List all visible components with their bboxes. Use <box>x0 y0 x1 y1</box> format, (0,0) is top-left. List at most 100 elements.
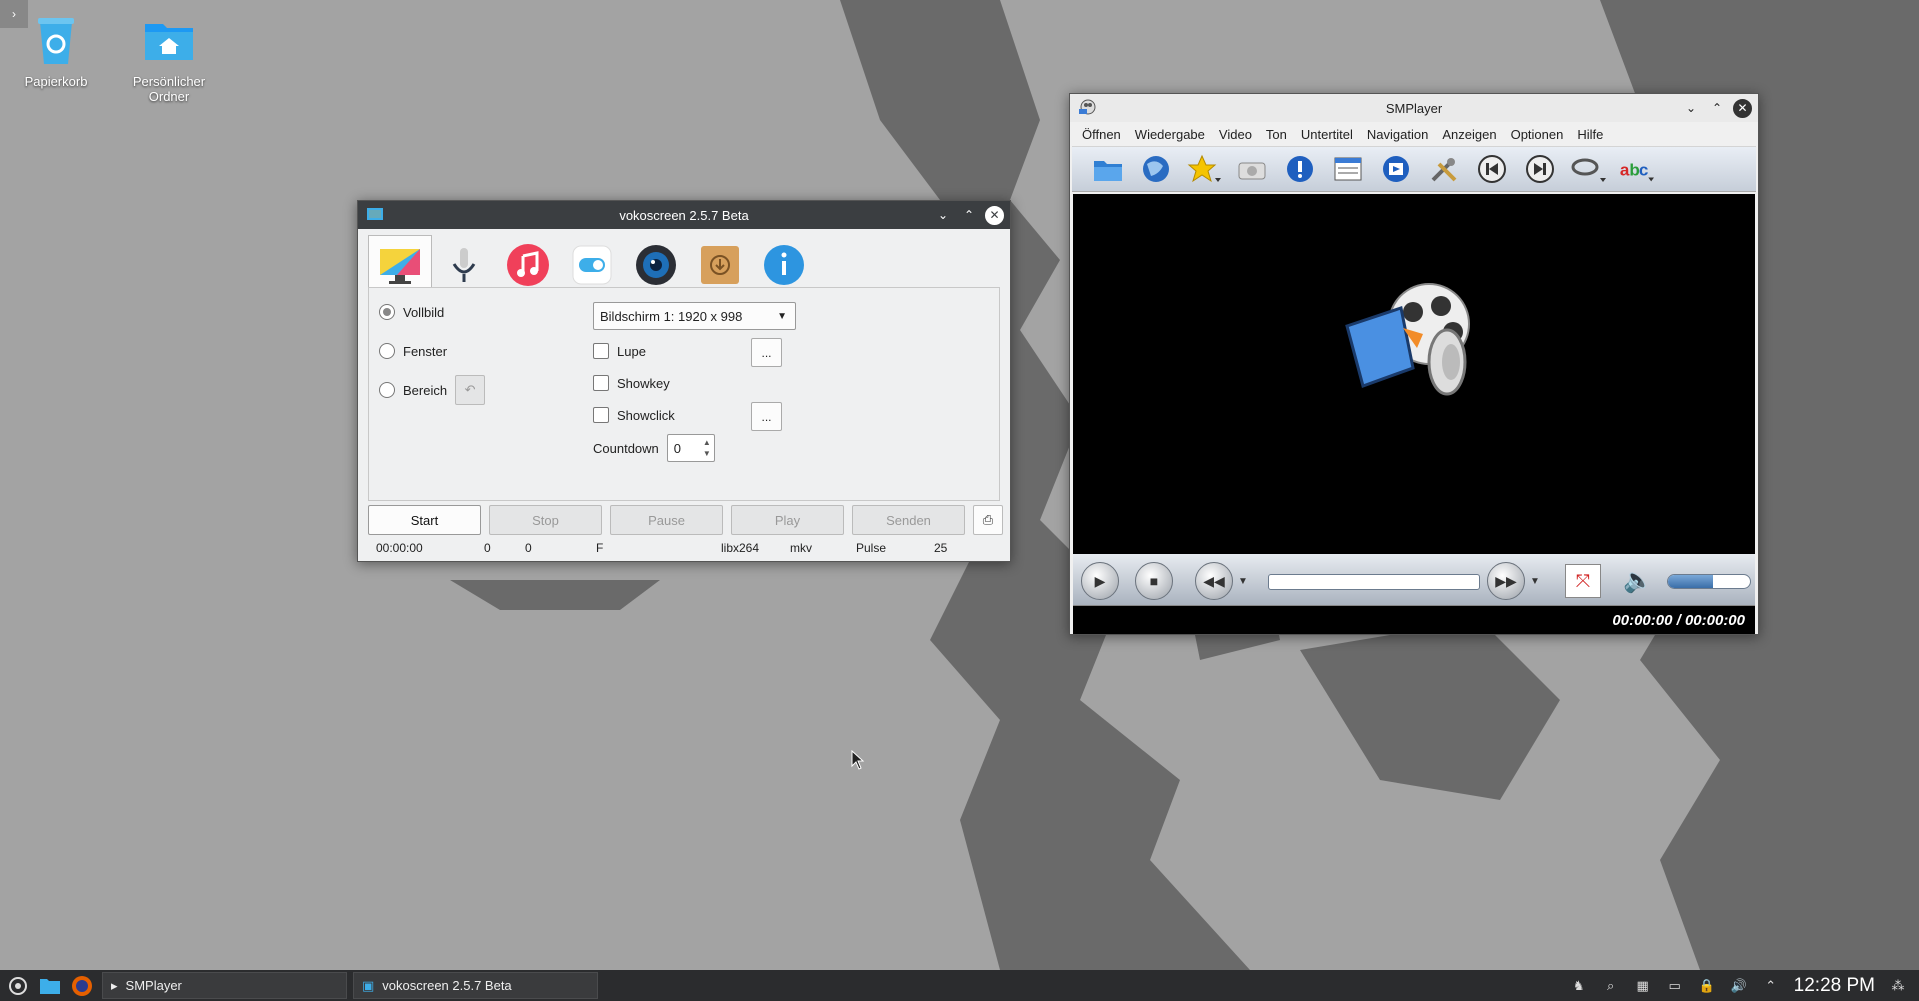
play-button[interactable]: ▶ <box>1081 562 1119 600</box>
smplayer-task-icon: ▸ <box>111 977 118 993</box>
display-icon[interactable]: ▭ <box>1666 977 1684 995</box>
forward-button[interactable]: ▶▶ <box>1487 562 1525 600</box>
tray-app-icon[interactable]: ♞ <box>1570 977 1588 995</box>
start-button[interactable]: Start <box>368 505 481 535</box>
rewind-button[interactable]: ◀◀ <box>1195 562 1233 600</box>
tab-info[interactable] <box>752 235 816 295</box>
showclick-options-button[interactable]: ... <box>751 402 782 431</box>
menu-ton[interactable]: Ton <box>1266 127 1287 142</box>
chevron-up-icon[interactable]: ⌃ <box>1762 977 1780 995</box>
previous-icon[interactable] <box>1474 151 1510 187</box>
video-area[interactable] <box>1073 194 1755 554</box>
radio-button[interactable] <box>379 343 395 359</box>
minimize-button[interactable]: ⌄ <box>933 205 953 225</box>
vokoscreen-titlebar[interactable]: vokoscreen 2.5.7 Beta ⌄ ⌃ ✕ <box>358 201 1010 229</box>
lupe-options-button[interactable]: ... <box>751 338 782 367</box>
tab-audio[interactable] <box>432 235 496 295</box>
mute-speaker-icon[interactable]: 🔈 <box>1623 566 1653 595</box>
playback-controls: ▶ ■ ◀◀ ▼ ▶▶ ▼ ⤧ 🔈 <box>1073 554 1755 606</box>
status-audio: Pulse <box>856 541 887 555</box>
log-button[interactable]: ⎙ <box>973 505 1003 535</box>
maximize-button[interactable]: ⌃ <box>1707 98 1727 118</box>
clipboard-icon[interactable]: ▦ <box>1634 977 1652 995</box>
window-title: SMPlayer <box>1385 100 1443 116</box>
play-button[interactable]: Play <box>731 505 844 535</box>
forward-menu-icon[interactable]: ▼ <box>1530 576 1540 587</box>
rewind-menu-icon[interactable]: ▼ <box>1238 576 1248 587</box>
task-vokoscreen[interactable]: ▣ vokoscreen 2.5.7 Beta <box>353 972 598 999</box>
check-showkey[interactable]: Showkey <box>593 375 670 391</box>
clock[interactable]: 12:28 PM <box>1794 975 1875 997</box>
radio-vollbild[interactable]: Vollbild <box>379 304 444 320</box>
smplayer-app-icon <box>1078 99 1096 117</box>
task-smplayer[interactable]: ▸ SMPlayer <box>102 972 347 999</box>
preferences-tools-icon[interactable] <box>1426 151 1462 187</box>
tab-codec[interactable] <box>496 235 560 295</box>
volume-slider[interactable] <box>1667 574 1751 589</box>
alert-icon[interactable] <box>1282 151 1318 187</box>
vokoscreen-window: vokoscreen 2.5.7 Beta ⌄ ⌃ ✕ Vollbild Fen… <box>357 200 1011 562</box>
favorites-star-icon[interactable] <box>1186 151 1222 187</box>
search-icon[interactable]: ⌕ <box>1602 977 1620 995</box>
playlist-icon[interactable] <box>1330 151 1366 187</box>
check-showclick[interactable]: Showclick <box>593 407 675 423</box>
undo-icon: ↶ <box>464 382 476 397</box>
menu-video[interactable]: Video <box>1219 127 1252 142</box>
radio-button[interactable] <box>379 304 395 320</box>
screen-select-value: Bildschirm 1: 1920 x 998 <box>600 308 743 324</box>
menu-oeffnen[interactable]: Öffnen <box>1082 127 1121 142</box>
countdown-row: Countdown 0 ▲ ▼ <box>593 434 715 462</box>
minimize-button[interactable]: ⌄ <box>1681 98 1701 118</box>
next-icon[interactable] <box>1522 151 1558 187</box>
video-file-icon[interactable] <box>1378 151 1414 187</box>
maximize-button[interactable]: ⌃ <box>959 205 979 225</box>
desktop-icon-home[interactable]: Persönlicher Ordner <box>119 12 219 104</box>
menu-optionen[interactable]: Optionen <box>1511 127 1564 142</box>
check-lupe[interactable]: Lupe <box>593 343 646 359</box>
globe-icon[interactable] <box>1138 151 1174 187</box>
pause-button[interactable]: Pause <box>610 505 723 535</box>
stop-button[interactable]: Stop <box>489 505 602 535</box>
countdown-spinbox[interactable]: 0 ▲ ▼ <box>666 434 715 462</box>
close-button[interactable]: ✕ <box>985 205 1004 225</box>
tab-player[interactable] <box>688 235 752 295</box>
vokoscreen-task-icon: ▣ <box>362 977 375 993</box>
spin-arrows-icon[interactable]: ▲ ▼ <box>703 437 711 459</box>
checkbox[interactable] <box>593 375 609 391</box>
screen-select[interactable]: Bildschirm 1: 1920 x 998 ▼ <box>593 302 796 330</box>
menu-hilfe[interactable]: Hilfe <box>1577 127 1603 142</box>
app-launcher-icon[interactable] <box>4 972 32 1000</box>
subtitles-abc-icon[interactable]: abc <box>1618 151 1654 187</box>
lock-icon[interactable]: 🔒 <box>1698 977 1716 995</box>
close-button[interactable]: ✕ <box>1733 98 1752 118</box>
rewind-icon: ◀◀ <box>1203 572 1225 589</box>
menu-anzeigen[interactable]: Anzeigen <box>1442 127 1496 142</box>
smplayer-titlebar[interactable]: SMPlayer ⌄ ⌃ ✕ <box>1070 94 1758 122</box>
checkbox[interactable] <box>593 407 609 423</box>
seek-slider[interactable] <box>1268 574 1480 590</box>
microphone-icon <box>452 248 476 282</box>
screenshot-camera-icon[interactable] <box>1234 151 1270 187</box>
stop-button[interactable]: ■ <box>1135 562 1173 600</box>
menu-navigation[interactable]: Navigation <box>1367 127 1428 142</box>
volume-icon[interactable]: 🔊 <box>1730 977 1748 995</box>
menu-wiedergabe[interactable]: Wiedergabe <box>1135 127 1205 142</box>
menu-untertitel[interactable]: Untertitel <box>1301 127 1353 142</box>
radio-bereich[interactable]: Bereich ↶ <box>379 375 486 405</box>
open-folder-icon[interactable] <box>1090 151 1126 187</box>
send-button[interactable]: Senden <box>852 505 965 535</box>
tab-settings[interactable] <box>560 235 624 295</box>
audio-track-icon[interactable] <box>1570 151 1606 187</box>
tab-screen[interactable] <box>368 235 432 295</box>
file-manager-icon[interactable] <box>36 972 64 1000</box>
desktop-icon-label: Papierkorb <box>24 74 88 89</box>
radio-fenster[interactable]: Fenster <box>379 343 447 359</box>
fullscreen-button[interactable]: ⤧ <box>1565 564 1601 598</box>
desktop-icon-trash[interactable]: Papierkorb <box>6 12 106 89</box>
firefox-icon[interactable] <box>68 972 96 1000</box>
radio-button[interactable] <box>379 382 395 398</box>
checkbox[interactable] <box>593 343 609 359</box>
tab-webcam[interactable] <box>624 235 688 295</box>
area-reset-button[interactable]: ↶ <box>455 375 486 405</box>
desktop-settings-icon[interactable]: ⁂ <box>1889 977 1907 995</box>
